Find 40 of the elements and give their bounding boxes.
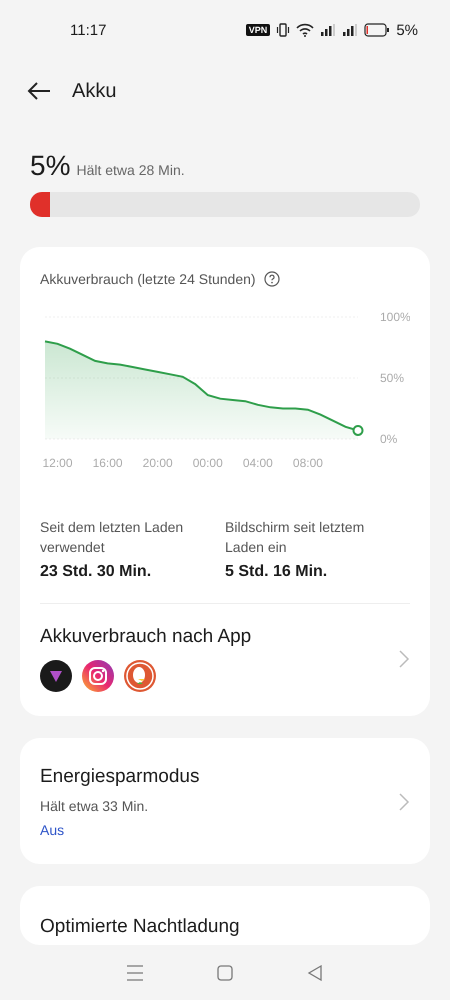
axis-label: 00:00 — [192, 456, 223, 470]
camera-icon — [82, 660, 114, 692]
wifi-icon — [296, 23, 314, 37]
power-saving-title: Energiesparmodus — [40, 766, 200, 788]
stat-label: Seit dem letzten Laden verwendet — [40, 518, 184, 557]
vibrate-icon — [276, 23, 290, 37]
current-point — [352, 424, 364, 436]
chevron-icon — [398, 792, 410, 812]
chart-title: Akkuverbrauch (letzte 24 Stunden) — [40, 270, 256, 287]
battery-percentage: 5% — [396, 22, 418, 38]
axis-label: 0% — [380, 432, 398, 446]
axis-label: 50% — [380, 370, 404, 385]
axis-label: 20:00 — [142, 456, 173, 470]
menu-icon[interactable] — [126, 964, 144, 982]
night-charge-title: Optimierte Nachtladung — [40, 916, 240, 937]
battery-estimate: Hält etwa 28 Min. — [76, 162, 185, 178]
app-usage-title[interactable]: Akkuverbrauch nach App — [40, 626, 252, 648]
power-saving-estimate: Hält etwa 33 Min. — [40, 798, 150, 814]
power-saving-card[interactable]: Energiesparmodus Hält etwa 33 Min. Aus — [20, 738, 430, 864]
help-icon[interactable] — [264, 270, 280, 287]
stat-label: Bildschirm seit letztem Laden ein — [225, 518, 366, 557]
signal-icon — [320, 24, 336, 36]
stat-value: 23 Std. 30 Min. — [40, 562, 152, 581]
page-title: Akku — [72, 80, 116, 102]
stat-value: 5 Std. 16 Min. — [225, 562, 328, 581]
back-icon[interactable] — [26, 81, 52, 101]
night-charge-card[interactable]: Optimierte Nachtladung — [20, 886, 430, 945]
vpn-badge: VPN — [246, 24, 270, 36]
axis-label: 16:00 — [92, 456, 123, 470]
battery-icon — [364, 23, 390, 37]
status-time: 11:17 — [70, 22, 106, 38]
axis-label: 08:00 — [292, 456, 323, 470]
axis-label: 12:00 — [42, 456, 73, 470]
axis-label: 100% — [380, 310, 410, 324]
home-icon[interactable] — [216, 964, 234, 982]
axis-label: 04:00 — [242, 456, 273, 470]
battery-percentage: 5% — [30, 150, 70, 182]
app-icon — [40, 660, 72, 692]
power-saving-state: Aus — [40, 822, 66, 838]
signal-icon — [342, 24, 358, 36]
